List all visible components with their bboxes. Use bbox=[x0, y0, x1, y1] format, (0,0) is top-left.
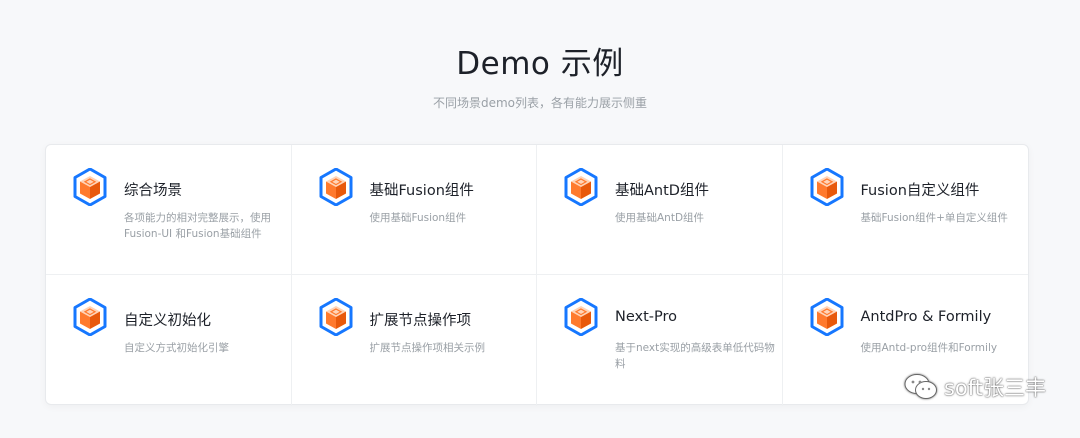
demo-card-desc: 扩展节点操作项相关示例 bbox=[369, 342, 486, 354]
demo-card-title: 扩展节点操作项 bbox=[369, 313, 472, 329]
demo-card-basic-fusion[interactable]: 基础Fusion组件 使用基础Fusion组件 bbox=[291, 145, 537, 275]
demo-card-next-pro[interactable]: Next-Pro 基于next实现的高级表单低代码物料 bbox=[537, 275, 783, 406]
demo-card-title: 基础Fusion组件 bbox=[369, 183, 474, 199]
demo-card-title: 自定义初始化 bbox=[124, 313, 211, 329]
demo-card-fusion-custom[interactable]: Fusion自定义组件 基础Fusion组件+单自定义组件 bbox=[782, 145, 1028, 275]
cube-hexagon-icon bbox=[319, 168, 353, 206]
demo-card-title: Next-Pro bbox=[615, 309, 678, 325]
demo-card-node-actions[interactable]: 扩展节点操作项 扩展节点操作项相关示例 bbox=[292, 275, 537, 406]
demo-card-title: 基础AntD组件 bbox=[615, 183, 709, 199]
wechat-icon bbox=[904, 374, 937, 399]
cube-hexagon-icon bbox=[810, 168, 844, 206]
demo-card-desc: 各项能力的相对完整展示，使用Fusion-UI 和Fusion基础组件 bbox=[124, 212, 271, 240]
cube-hexagon-icon bbox=[319, 298, 353, 336]
cube-hexagon-icon bbox=[73, 298, 107, 336]
demo-card-desc: 使用基础AntD组件 bbox=[615, 212, 705, 224]
cube-hexagon-icon bbox=[810, 298, 844, 336]
demo-card-desc: 基于next实现的高级表单低代码物料 bbox=[615, 342, 775, 370]
demo-card-desc: 使用基础Fusion组件 bbox=[369, 212, 467, 224]
demo-card-basic-antd[interactable]: 基础AntD组件 使用基础AntD组件 bbox=[537, 145, 783, 275]
demo-card-title: 综合场景 bbox=[124, 183, 182, 199]
page-title: Demo 示例 bbox=[456, 46, 624, 82]
watermark-text: soft张三丰 bbox=[943, 376, 1046, 400]
watermark: soft张三丰 bbox=[904, 372, 1046, 402]
demo-card-desc: 基础Fusion组件+单自定义组件 bbox=[860, 212, 1008, 224]
cube-hexagon-icon bbox=[564, 168, 598, 206]
demo-card-title: Fusion自定义组件 bbox=[860, 183, 980, 199]
demo-card-title: AntdPro & Formily bbox=[860, 309, 992, 325]
cube-hexagon-icon bbox=[564, 298, 598, 336]
demo-card-desc: 使用Antd-pro组件和Formily bbox=[860, 342, 998, 354]
demo-card-comprehensive[interactable]: 综合场景 各项能力的相对完整展示，使用Fusion-UI 和Fusion基础组件 bbox=[46, 145, 292, 275]
demo-card-custom-init[interactable]: 自定义初始化 自定义方式初始化引擎 bbox=[46, 275, 292, 406]
demo-grid: 综合场景 各项能力的相对完整展示，使用Fusion-UI 和Fusion基础组件… bbox=[45, 144, 1029, 406]
page-subtitle: 不同场景demo列表，各有能力展示侧重 bbox=[432, 96, 648, 110]
cube-hexagon-icon bbox=[73, 168, 107, 206]
demo-card-desc: 自定义方式初始化引擎 bbox=[124, 342, 229, 354]
